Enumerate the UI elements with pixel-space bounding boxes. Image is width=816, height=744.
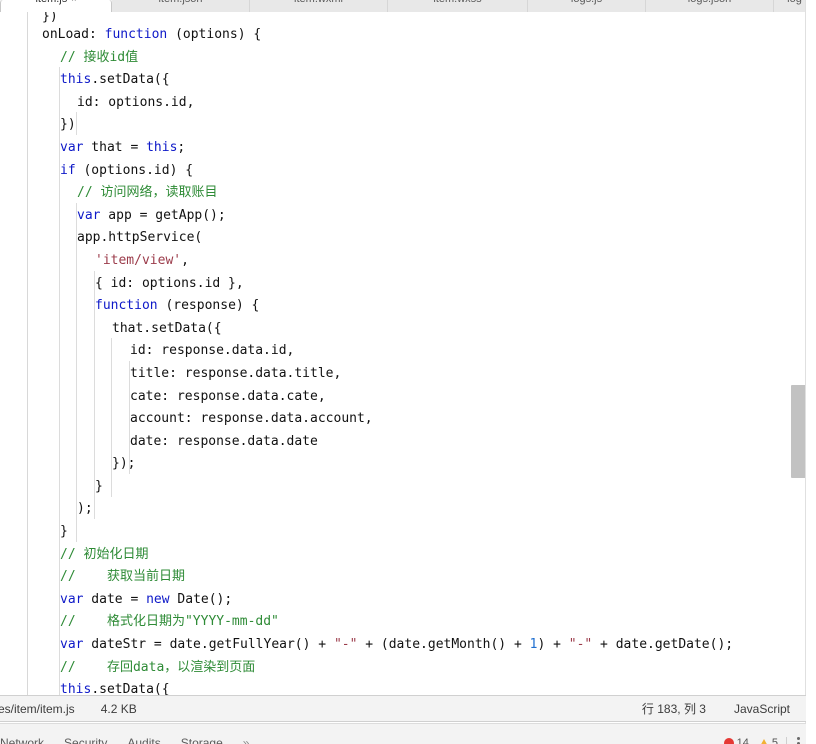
code-line[interactable]: title: response.data.title, [28,363,816,386]
devtools-tab-storage[interactable]: Storage [181,736,223,744]
code-line[interactable]: var app = getApp(); [28,205,816,228]
code-line[interactable]: // 存回data，以渲染到页面 [28,657,816,680]
code-line[interactable]: app.httpService( [28,227,816,250]
code-line[interactable]: // 格式化日期为"YYYY-mm-dd" [28,611,816,634]
code-editor[interactable]: }) onLoad: function (options) {// 接收id值 th… [0,12,816,695]
code-line[interactable]: this.setData({ [28,679,816,695]
status-bar: es/item/item.js 4.2 KB 行 183, 列 3 JavaSc… [0,695,806,722]
code-line[interactable]: // 接收id值 [28,47,816,70]
code-line[interactable]: that.setData({ [28,318,816,341]
code-line[interactable]: }); [28,453,816,476]
code-line[interactable]: }) [28,12,816,24]
code-pane[interactable]: }) onLoad: function (options) {// 接收id值 th… [28,12,816,695]
editor-tab-label: log [787,0,802,5]
error-count: 14 [736,737,749,744]
devtools-tab-security[interactable]: Security [64,736,107,744]
editor-tab-item-wxss[interactable]: item.wxss [388,0,528,12]
code-line[interactable]: 'item/view', [28,250,816,273]
code-line[interactable]: var date = new Date(); [28,589,816,612]
editor-gutter [0,12,28,695]
devtools-tab-network[interactable]: Network [0,736,44,744]
code-line[interactable]: cate: response.data.cate, [28,386,816,409]
devtools-tab-bar: Network Security Audits Storage » 14 5 [0,723,806,744]
devtools-tab-audits[interactable]: Audits [127,736,160,744]
devtools-divider [786,737,787,744]
editor-tab-label: item.wxml [294,0,343,5]
code-line[interactable]: this.setData({ [28,69,816,92]
code-line[interactable]: if (options.id) { [28,160,816,183]
code-line[interactable]: // 初始化日期 [28,544,816,567]
code-line[interactable]: } [28,521,816,544]
status-bar-right: 行 183, 列 3 JavaScript [642,700,806,717]
devtools-issue-counts[interactable]: 14 5 [723,737,806,744]
editor-tab-label: item.json [158,0,202,5]
editor-tab-item-json[interactable]: item.json [112,0,250,12]
editor-tab-label: item.wxss [433,0,481,5]
editor-tab-label: logs.js [571,0,602,5]
devtools-overflow-icon[interactable]: » [243,736,250,744]
devtools-tabs: Network Security Audits Storage [0,727,243,744]
status-cursor-position[interactable]: 行 183, 列 3 [642,700,706,717]
status-bar-left: es/item/item.js 4.2 KB [0,702,137,716]
code-line[interactable]: }) [28,114,816,137]
code-line[interactable]: var dateStr = date.getFullYear() + "-" +… [28,634,816,657]
editor-tab-item-wxml[interactable]: item.wxml [250,0,388,12]
code-line[interactable]: // 访问网络，读取账目 [28,182,816,205]
source-code[interactable]: }) onLoad: function (options) {// 接收id值 th… [28,12,816,695]
close-icon[interactable]: × [71,0,76,4]
status-file-path[interactable]: es/item/item.js [0,702,75,716]
status-file-size: 4.2 KB [100,701,137,716]
editor-tab-label: item.js [35,0,67,5]
code-line[interactable]: // 获取当前日期 [28,566,816,589]
warning-count: 5 [771,737,778,744]
editor-tab-logs-js[interactable]: logs.js [528,0,646,12]
code-line[interactable]: id: options.id, [28,92,816,115]
editor-tab-logs-json[interactable]: logs.json [646,0,774,12]
warning-icon [758,738,769,744]
code-line[interactable]: date: response.data.date [28,431,816,454]
code-line[interactable]: } [28,476,816,499]
editor-window: item.js × item.json item.wxml item.wxss logs.… [0,0,816,744]
code-line[interactable]: { id: options.id }, [28,273,816,296]
editor-tab-item-js[interactable]: item.js × [0,0,112,12]
code-line[interactable]: var that = this; [28,137,816,160]
code-line[interactable]: account: response.data.account, [28,408,816,431]
code-line[interactable]: function (response) { [28,295,816,318]
code-line[interactable]: ); [28,498,816,521]
code-line[interactable]: onLoad: function (options) { [28,24,816,47]
error-icon [723,738,734,744]
status-language-mode[interactable]: JavaScript [734,702,790,716]
editor-tab-label: logs.json [688,0,731,5]
code-line[interactable]: id: response.data.id, [28,340,816,363]
